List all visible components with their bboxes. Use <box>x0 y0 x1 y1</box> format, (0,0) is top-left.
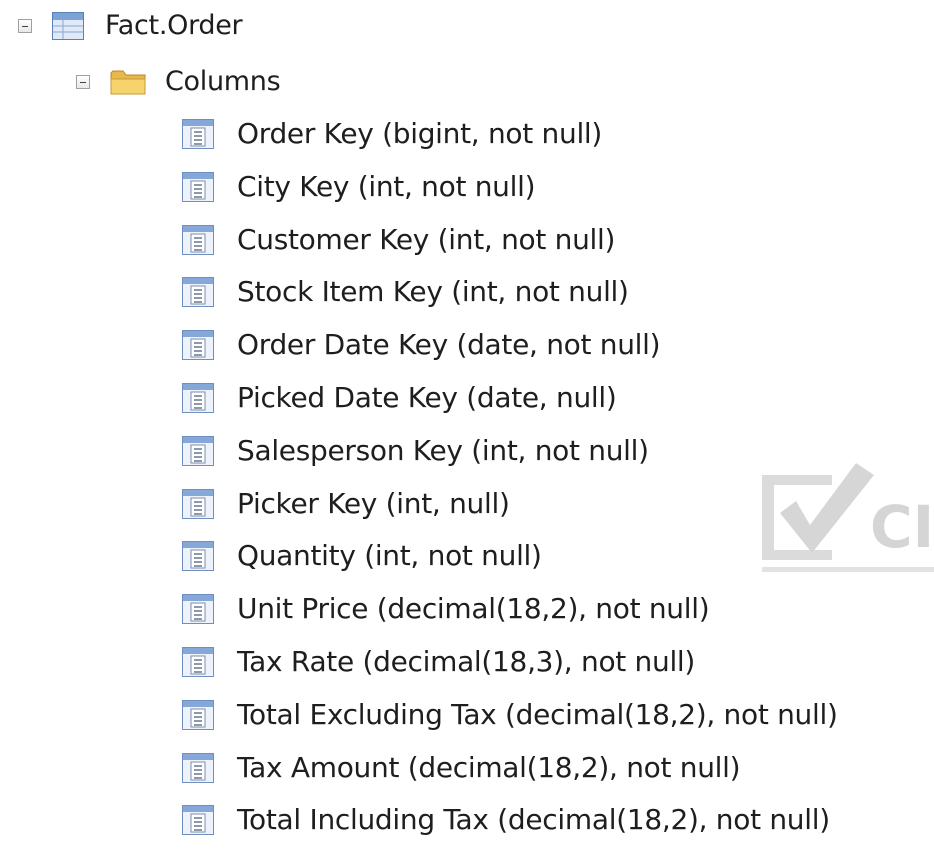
tree-node-column[interactable]: Salesperson Key (int, not null) <box>182 431 649 471</box>
tree-node-column[interactable]: Quantity (int, not null) <box>182 536 542 576</box>
column-icon <box>182 171 214 202</box>
table-icon <box>52 12 84 40</box>
tree-node-column[interactable]: Unit Price (decimal(18,2), not null) <box>182 589 710 629</box>
watermark-text: CI <box>870 493 934 561</box>
tree-node-column[interactable]: Picked Date Key (date, null) <box>182 378 617 418</box>
tree-node-column[interactable]: Picker Key (int, null) <box>182 484 510 524</box>
column-icon <box>182 277 214 308</box>
tree-node-column[interactable]: Tax Rate (decimal(18,3), not null) <box>182 642 695 682</box>
watermark-logo: CI <box>752 455 934 575</box>
column-icon <box>182 435 214 466</box>
column-label: Stock Item Key (int, not null) <box>237 275 629 309</box>
column-icon <box>182 488 214 519</box>
column-icon <box>182 119 214 149</box>
tree-node-column[interactable]: Customer Key (int, not null) <box>182 220 615 260</box>
column-label: Unit Price (decimal(18,2), not null) <box>237 592 710 626</box>
column-label: Total Excluding Tax (decimal(18,2), not … <box>237 697 838 731</box>
column-label: Order Key (bigint, not null) <box>237 117 603 150</box>
tree-node-column[interactable]: Total Including Tax (decimal(18,2), not … <box>182 800 830 840</box>
column-icon <box>182 541 214 572</box>
column-icon <box>182 330 214 361</box>
column-icon <box>182 647 214 677</box>
column-icon <box>182 383 214 413</box>
tree-node-columns-folder[interactable]: Columns <box>76 62 281 102</box>
column-label: Tax Amount (decimal(18,2), not null) <box>237 750 741 784</box>
tree-node-column[interactable]: Order Date Key (date, not null) <box>182 325 661 365</box>
column-label: Quantity (int, not null) <box>237 539 542 573</box>
tree-node-column[interactable]: Order Key (bigint, not null) <box>182 114 602 154</box>
column-label: City Key (int, not null) <box>237 169 536 203</box>
column-label: Picker Key (int, null) <box>237 486 510 520</box>
column-icon <box>182 752 214 783</box>
column-label: Total Including Tax (decimal(18,2), not … <box>237 803 830 837</box>
column-label: Tax Rate (decimal(18,3), not null) <box>237 645 696 678</box>
column-icon <box>182 594 214 625</box>
folder-icon <box>110 68 146 96</box>
tree-node-column[interactable]: City Key (int, not null) <box>182 167 536 207</box>
table-name: Fact.Order <box>105 10 243 41</box>
column-label: Salesperson Key (int, not null) <box>237 433 649 467</box>
tree-node-column[interactable]: Stock Item Key (int, not null) <box>182 272 629 312</box>
folder-name: Columns <box>165 66 281 97</box>
column-label: Order Date Key (date, not null) <box>237 328 661 362</box>
collapse-toggle-table[interactable] <box>18 19 32 33</box>
column-icon <box>182 699 214 730</box>
column-label: Picked Date Key (date, null) <box>237 381 617 414</box>
column-icon <box>182 224 214 255</box>
column-label: Customer Key (int, not null) <box>237 222 616 256</box>
tree-node-table[interactable]: Fact.Order <box>18 6 243 46</box>
column-icon <box>182 805 214 836</box>
collapse-toggle-columns[interactable] <box>76 75 90 89</box>
tree-node-column[interactable]: Tax Amount (decimal(18,2), not null) <box>182 748 741 788</box>
tree-node-column[interactable]: Total Excluding Tax (decimal(18,2), not … <box>182 695 838 735</box>
